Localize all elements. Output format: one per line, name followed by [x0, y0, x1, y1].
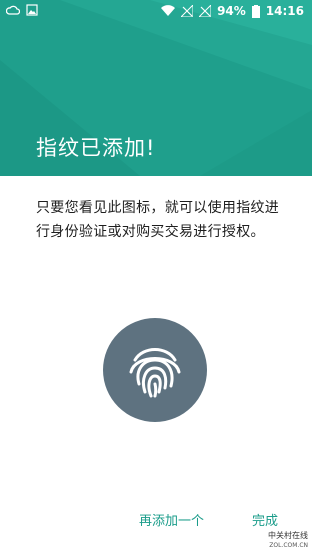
signal-icon-no-sim-1 — [181, 5, 194, 17]
header-banner: 94% 14:16 指纹已添加! — [0, 0, 312, 176]
cloud-icon — [6, 5, 20, 15]
description-text: 只要您看见此图标，就可以使用指纹进行身份验证或对购买交易进行授权。 — [36, 200, 280, 240]
battery-icon — [251, 4, 260, 18]
page-title: 指纹已添加! — [36, 136, 156, 160]
add-another-button[interactable]: 再添加一个 — [139, 508, 204, 530]
image-icon — [26, 4, 38, 16]
watermark-line2: ZOL.COM.CN — [269, 542, 308, 549]
status-bar: 94% 14:16 — [0, 0, 312, 24]
done-button[interactable]: 完成 — [252, 508, 278, 530]
watermark-line1: 中关村在线 — [268, 531, 308, 540]
wifi-icon — [161, 5, 176, 17]
battery-percent: 94% — [217, 4, 246, 18]
clock: 14:16 — [265, 4, 304, 18]
fingerprint-icon — [129, 348, 181, 398]
watermark: 中关村在线 ZOL.COM.CN — [268, 531, 308, 551]
fingerprint-badge — [103, 318, 207, 422]
signal-icon-no-sim-2 — [199, 5, 212, 17]
